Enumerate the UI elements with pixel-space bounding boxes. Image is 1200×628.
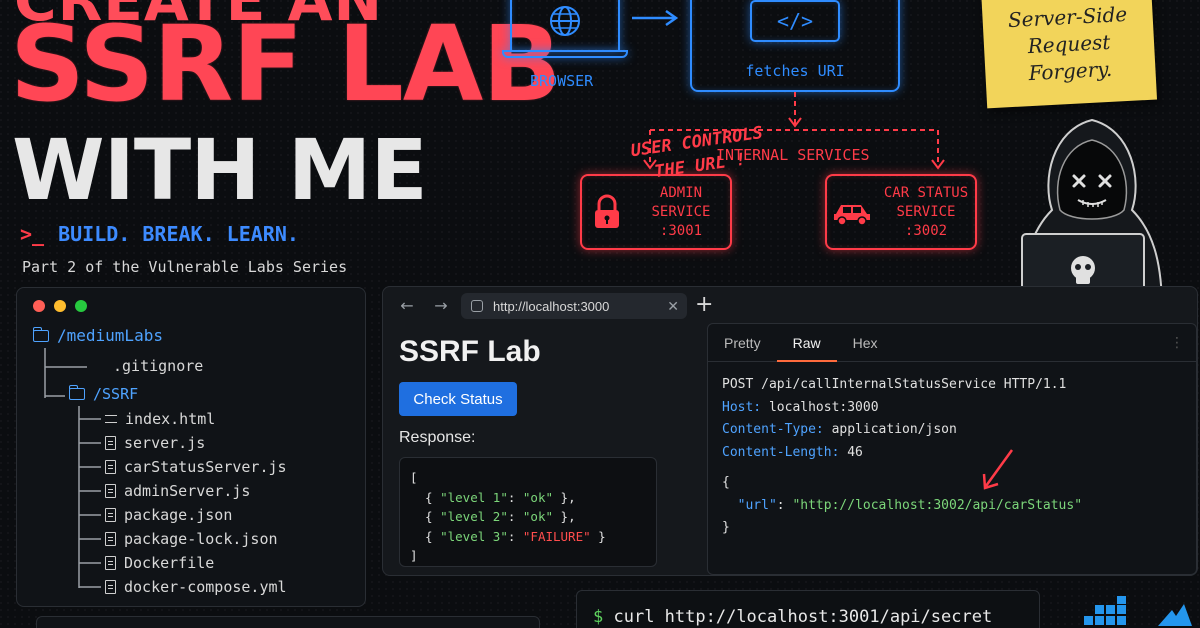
tree-folder-ssrf[interactable]: /SSRF <box>68 385 139 403</box>
browser-window: ← → http://localhost:3000 ✕ + SSRF Lab C… <box>382 286 1198 576</box>
json-open-bracket: [ <box>410 470 418 485</box>
admin-service-line-2: SERVICE <box>651 203 711 220</box>
tagline: >_ BUILD. BREAK. LEARN. <box>20 222 299 246</box>
raw-request: POST /api/callInternalStatusService HTTP… <box>722 374 1186 540</box>
file-icon <box>105 532 116 546</box>
tree-file-package-lock[interactable]: package-lock.json <box>105 530 278 548</box>
header-row: Host: localhost:3000 <box>722 399 879 415</box>
json-row: { "level 2": "ok" }, <box>410 509 576 524</box>
request-inspector: Pretty Raw Hex ⋮ POST /api/callInternalS… <box>707 323 1197 575</box>
admin-service-line-1: ADMIN <box>659 184 703 201</box>
file-icon <box>105 508 116 522</box>
car-service-line-2: SERVICE <box>896 203 956 220</box>
tree-root[interactable]: /mediumLabs <box>32 326 163 345</box>
response-label: Response: <box>399 429 476 446</box>
tree-file-label: carStatusServer.js <box>124 458 287 476</box>
json-row: { "level 1": "ok" }, <box>410 489 576 505</box>
car-service-line-1: CAR STATUS <box>883 184 969 201</box>
tree-file-adminserver[interactable]: adminServer.js <box>105 482 250 500</box>
address-bar[interactable]: http://localhost:3000 ✕ <box>461 293 687 319</box>
tree-file-label: index.html <box>125 410 216 428</box>
tree-file-label: Dockerfile <box>124 554 215 572</box>
tagline-text: BUILD. BREAK. LEARN. <box>58 222 299 246</box>
address-bar-url: http://localhost:3000 <box>493 298 610 314</box>
tree-file-gitignore[interactable]: .gitignore <box>113 357 203 375</box>
car-icon <box>834 205 870 226</box>
page-title: SSRF Lab <box>399 335 541 368</box>
request-line: POST /api/callInternalStatusService HTTP… <box>722 377 1067 392</box>
header-row: Content-Length: 46 <box>722 444 863 460</box>
file-icon <box>105 556 116 570</box>
tree-file-label: .gitignore <box>113 357 204 375</box>
tree-file-index[interactable]: index.html <box>105 410 215 428</box>
admin-service-port: :3001 <box>659 222 703 239</box>
terminal-command: curl http://localhost:3001/api/secret <box>613 607 993 627</box>
forward-arrow-icon[interactable]: → <box>431 296 451 315</box>
tree-file-label: adminServer.js <box>124 482 251 500</box>
back-arrow-icon[interactable]: ← <box>397 296 417 315</box>
body-open-brace: { <box>722 475 730 490</box>
body-row: "url": "http://localhost:3002/api/carSta… <box>737 497 1083 513</box>
tab-pretty[interactable]: Pretty <box>708 324 777 362</box>
html-file-icon <box>105 415 117 423</box>
check-status-button[interactable]: Check Status <box>399 382 517 416</box>
file-icon <box>105 484 116 498</box>
series-subtitle: Part 2 of the Vulnerable Labs Series <box>22 258 348 276</box>
file-icon <box>105 436 116 450</box>
tree-file-server[interactable]: server.js <box>105 434 205 452</box>
sticky-note: Server-Side Request Forgery. <box>980 0 1158 109</box>
admin-service-box: ADMIN SERVICE :3001 <box>580 174 732 250</box>
more-options-icon[interactable]: ⋮ <box>1170 335 1184 351</box>
docker-logo-icon <box>1084 596 1192 626</box>
title-line-2: SSRF LAB <box>10 3 561 125</box>
tree-folder-label: /SSRF <box>93 385 139 403</box>
file-tree-window: /mediumLabs .gitignore /SSRF index.html … <box>16 287 366 607</box>
file-icon <box>105 580 116 594</box>
tree-file-compose[interactable]: docker-compose.yml <box>105 578 287 596</box>
tree-file-label: package.json <box>124 506 233 524</box>
site-info-icon[interactable] <box>471 300 483 312</box>
folder-icon <box>68 385 85 400</box>
inspector-tabs: Pretty Raw Hex <box>708 324 1196 362</box>
terminal-prompt: $ <box>593 607 604 627</box>
car-service-port: :3002 <box>904 222 948 239</box>
tree-file-label: docker-compose.yml <box>124 578 287 596</box>
tree-file-carstatus[interactable]: carStatusServer.js <box>105 458 287 476</box>
bottom-panel <box>36 616 540 628</box>
tree-file-dockerfile[interactable]: Dockerfile <box>105 554 214 572</box>
tree-file-package[interactable]: package.json <box>105 506 232 524</box>
title-line-3: WITH ME <box>12 121 428 219</box>
tab-hex[interactable]: Hex <box>837 324 894 362</box>
body-close-brace: } <box>722 520 730 535</box>
file-icon <box>105 460 116 474</box>
header-row: Content-Type: application/json <box>722 422 957 437</box>
tab-raw[interactable]: Raw <box>776 324 837 362</box>
car-status-service-box: CAR STATUS SERVICE :3002 <box>825 174 977 250</box>
tree-file-label: server.js <box>124 434 206 452</box>
json-close-bracket: ] <box>410 548 418 563</box>
json-row: { "level 3": "FAILURE" } <box>410 528 606 544</box>
new-tab-plus-icon[interactable]: + <box>695 292 713 317</box>
close-tab-icon[interactable]: ✕ <box>667 298 679 315</box>
tree-root-label: /mediumLabs <box>57 326 163 345</box>
folder-icon <box>32 326 49 342</box>
response-output: [ { "level 1": "ok" }, { "level 2": "ok"… <box>399 457 657 567</box>
terminal-prompt-icon: >_ <box>20 222 45 246</box>
tree-file-label: package-lock.json <box>124 530 278 548</box>
lock-icon <box>595 194 619 228</box>
terminal-window[interactable]: $ curl http://localhost:3001/api/secret <box>576 590 1040 628</box>
annotation-arrow-icon <box>982 449 1014 490</box>
